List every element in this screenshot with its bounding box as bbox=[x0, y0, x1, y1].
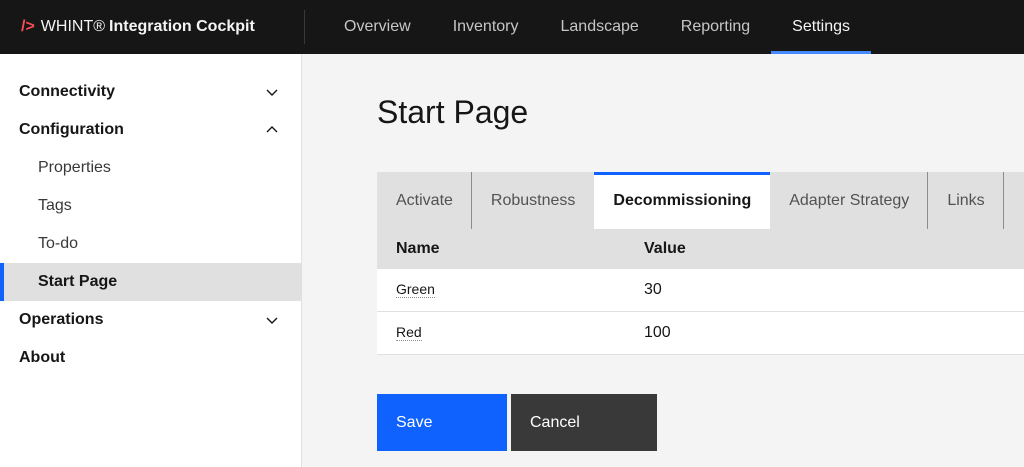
brand-slash-icon: /> bbox=[21, 18, 35, 35]
sidebar-subitem-start-page[interactable]: Start Page bbox=[0, 263, 301, 301]
sidebar-item-label: Operations bbox=[19, 311, 104, 328]
sidebar-subitem-todo[interactable]: To-do bbox=[0, 225, 301, 263]
table-header: Name Value bbox=[377, 229, 1024, 269]
tab-links[interactable]: Links bbox=[928, 172, 1005, 229]
nav-inventory[interactable]: Inventory bbox=[432, 0, 540, 54]
sidebar-item-about[interactable]: About bbox=[0, 339, 301, 377]
brand-name: WHINT® bbox=[40, 18, 106, 35]
sidebar-subitem-tags[interactable]: Tags bbox=[0, 187, 301, 225]
sidebar: Connectivity Configuration Properties Ta… bbox=[0, 54, 302, 467]
page-title: Start Page bbox=[377, 94, 529, 130]
decommissioning-table: Name Value Green 30 Red 100 bbox=[377, 229, 1024, 355]
sidebar-item-connectivity[interactable]: Connectivity bbox=[0, 73, 301, 111]
row-value[interactable]: 100 bbox=[623, 324, 671, 342]
nav-overview[interactable]: Overview bbox=[323, 0, 432, 54]
top-header: /> WHINT® Integration Cockpit Overview I… bbox=[0, 0, 1024, 54]
top-nav: Overview Inventory Landscape Reporting S… bbox=[323, 0, 871, 54]
column-header-value: Value bbox=[644, 240, 686, 257]
row-name[interactable]: Green bbox=[396, 281, 435, 298]
chevron-down-icon bbox=[266, 89, 278, 96]
sidebar-subitem-properties[interactable]: Properties bbox=[0, 149, 301, 187]
tab-decommissioning[interactable]: Decommissioning bbox=[594, 172, 771, 229]
column-header-name: Name bbox=[396, 240, 440, 257]
chevron-up-icon bbox=[266, 126, 278, 133]
row-name[interactable]: Red bbox=[396, 324, 422, 341]
nav-landscape[interactable]: Landscape bbox=[540, 0, 660, 54]
row-value[interactable]: 30 bbox=[623, 281, 662, 299]
sidebar-item-label: Configuration bbox=[19, 121, 124, 138]
action-buttons: Save Cancel bbox=[377, 394, 657, 451]
nav-settings[interactable]: Settings bbox=[771, 0, 871, 54]
cancel-button[interactable]: Cancel bbox=[511, 394, 657, 451]
main-content: Start Page Activate Robustness Decommiss… bbox=[302, 54, 1024, 467]
tab-adapter-strategy[interactable]: Adapter Strategy bbox=[770, 172, 929, 229]
chevron-down-icon bbox=[266, 317, 278, 324]
brand-product: Integration Cockpit bbox=[109, 18, 255, 35]
tab-bar: Activate Robustness Decommissioning Adap… bbox=[377, 172, 1024, 229]
sidebar-item-label: About bbox=[19, 349, 66, 366]
sidebar-item-operations[interactable]: Operations bbox=[0, 301, 301, 339]
table-row: Red 100 bbox=[377, 312, 1024, 355]
table-row: Green 30 bbox=[377, 269, 1024, 312]
app-brand[interactable]: /> WHINT® Integration Cockpit bbox=[0, 10, 305, 44]
save-button[interactable]: Save bbox=[377, 394, 507, 451]
nav-reporting[interactable]: Reporting bbox=[660, 0, 771, 54]
sidebar-item-configuration[interactable]: Configuration bbox=[0, 111, 301, 149]
tab-activate[interactable]: Activate bbox=[377, 172, 472, 229]
sidebar-item-label: Connectivity bbox=[19, 83, 116, 100]
tab-robustness[interactable]: Robustness bbox=[472, 172, 595, 229]
